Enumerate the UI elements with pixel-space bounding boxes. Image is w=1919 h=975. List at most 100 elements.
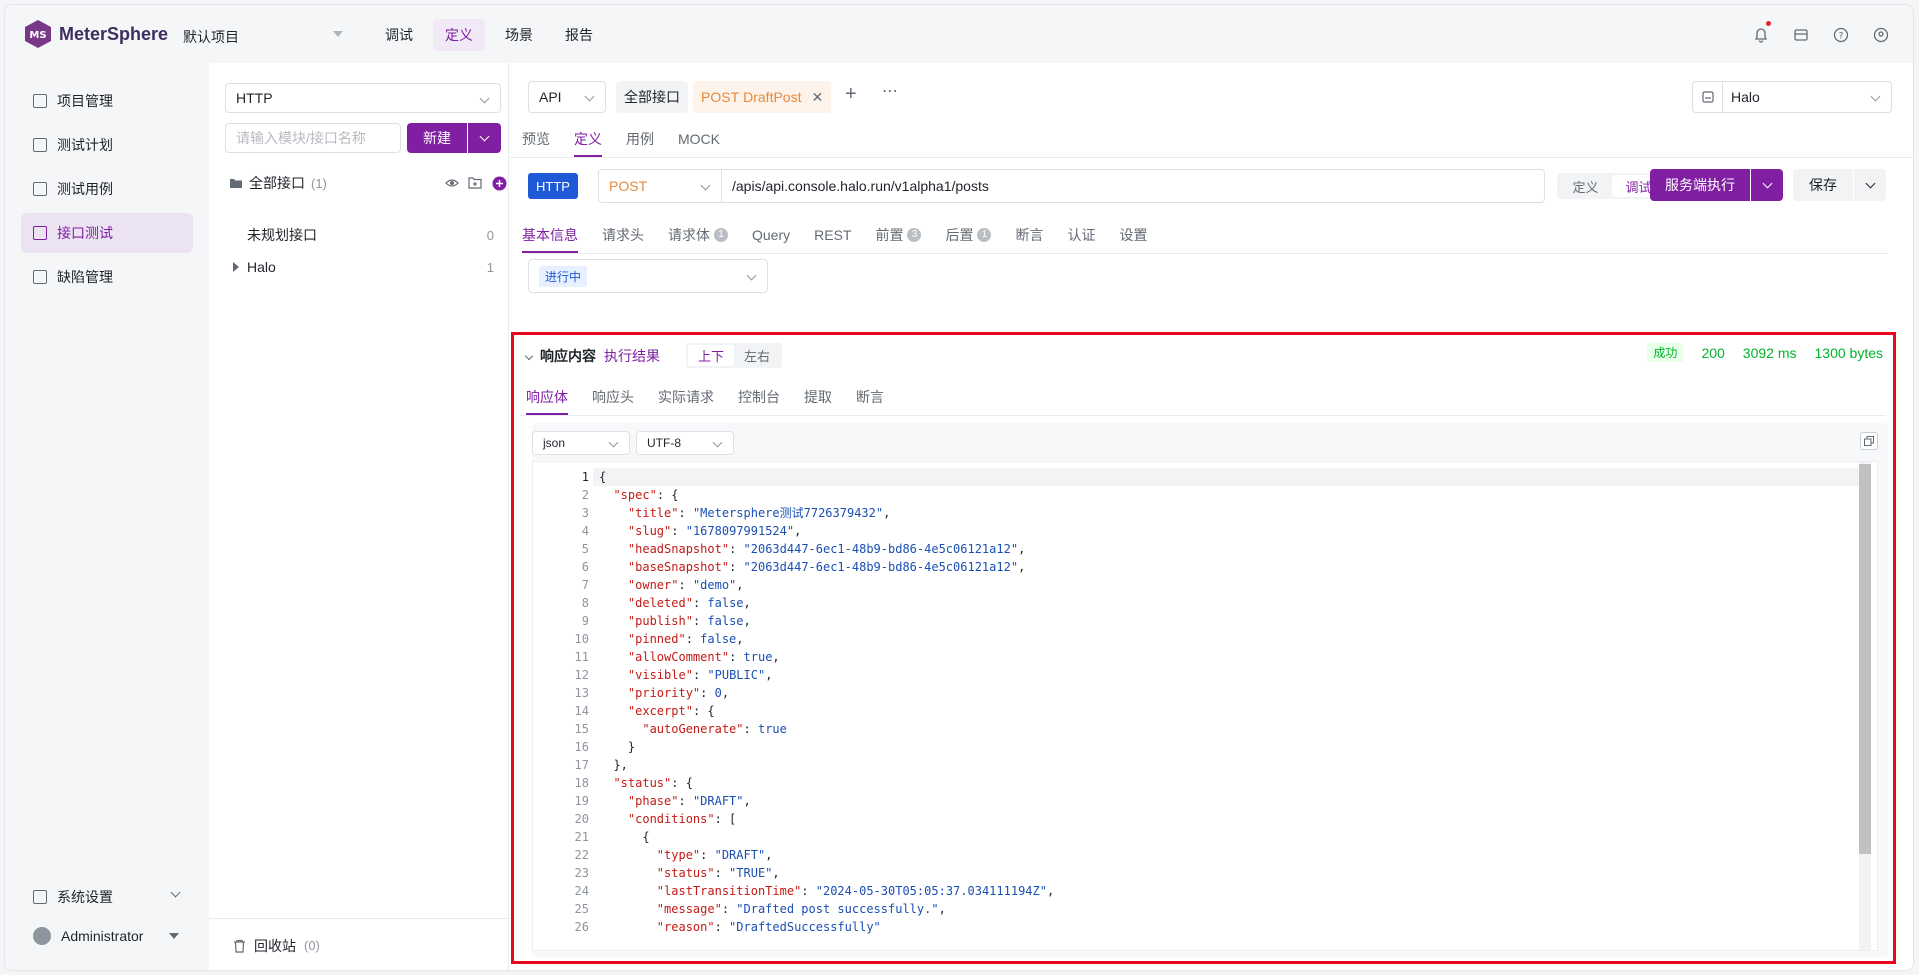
collapse-chevron-icon[interactable]	[524, 351, 534, 360]
line-number: 8	[581, 596, 589, 610]
sidebar-item-bug-management[interactable]: 缺陷管理	[21, 257, 193, 297]
line-number: 12	[574, 668, 589, 682]
tab-extract[interactable]: 提取	[792, 379, 844, 415]
topnav-define[interactable]: 定义	[433, 19, 485, 51]
topnav-report[interactable]: 报告	[553, 19, 605, 51]
protocol-select[interactable]: HTTP	[225, 83, 501, 113]
line-number: 13	[574, 686, 589, 700]
task-center-icon[interactable]	[1793, 27, 1809, 43]
chevron-down-icon	[700, 180, 711, 191]
tab-preview[interactable]: 预览	[510, 121, 562, 157]
app-logo[interactable]: MS MeterSphere	[23, 19, 168, 49]
top-icons: ?	[1753, 21, 1889, 43]
tab-auth[interactable]: 认证	[1055, 217, 1107, 253]
method-select[interactable]: POST	[598, 169, 722, 203]
tab-cases[interactable]: 用例	[614, 121, 666, 157]
response-status: 成功 200 3092 ms 1300 bytes	[1647, 343, 1883, 362]
chevron-down-icon	[1870, 91, 1881, 102]
type-select[interactable]: API	[528, 81, 606, 113]
sidebar-item-test-case[interactable]: 测试用例	[21, 169, 193, 209]
execute-dropdown-button[interactable]	[1751, 169, 1783, 201]
topnav-debug[interactable]: 调试	[373, 19, 425, 51]
all-apis-row[interactable]: 全部接口 (1)	[229, 171, 507, 195]
recycle-label: 回收站	[254, 937, 296, 954]
recycle-bin[interactable]: 回收站 (0)	[209, 918, 508, 970]
code-line: 13 "priority": 0,	[533, 684, 1833, 702]
tab-headers[interactable]: 请求头	[590, 217, 656, 253]
sidebar-item-label: 接口测试	[57, 225, 113, 241]
encoding-select[interactable]: UTF-8	[636, 431, 734, 455]
user-menu[interactable]: Administrator	[21, 918, 193, 954]
tab-pre-processor[interactable]: 前置 3	[863, 217, 933, 253]
tab-definition[interactable]: 定义	[562, 121, 614, 157]
tab-actual-request[interactable]: 实际请求	[646, 379, 726, 415]
tab-assertion[interactable]: 断言	[844, 379, 896, 415]
sidebar-system-settings[interactable]: 系统设置	[21, 879, 193, 915]
layout-horizontal[interactable]: 左右	[734, 345, 780, 366]
add-circle-icon[interactable]	[492, 176, 507, 191]
tab-basic-info[interactable]: 基本信息	[510, 217, 590, 253]
status-code: 200	[1701, 344, 1725, 361]
code-line: 17 },	[533, 756, 1833, 774]
tab-assertions[interactable]: 断言	[1003, 217, 1055, 253]
sidebar-item-project-management[interactable]: 项目管理	[21, 81, 193, 121]
sidebar-item-test-plan[interactable]: 测试计划	[21, 125, 193, 165]
topnav-scenario[interactable]: 场景	[493, 19, 545, 51]
divider	[520, 415, 1886, 416]
code-text: {	[599, 470, 607, 484]
url-input[interactable]: /apis/api.console.halo.run/v1alpha1/post…	[721, 169, 1545, 203]
code-viewer[interactable]: 1{2 "spec": {3 "title": "Metersphere测试77…	[532, 461, 1878, 951]
save-button[interactable]: 保存	[1793, 169, 1853, 201]
layout-vertical[interactable]: 上下	[688, 345, 735, 366]
tab-label: 认证	[1067, 227, 1096, 243]
line-number: 6	[581, 560, 589, 574]
new-button[interactable]: 新建	[407, 123, 467, 153]
line-number: 7	[581, 578, 589, 592]
tab-draft-post[interactable]: POST DraftPost ✕	[693, 81, 832, 113]
project-select[interactable]: 默认项目	[183, 27, 343, 47]
tree-node-unplanned[interactable]: 未规划接口 0	[233, 221, 498, 249]
add-folder-icon[interactable]	[468, 176, 483, 190]
help-icon[interactable]: ?	[1833, 27, 1849, 43]
save-dropdown-button[interactable]	[1854, 169, 1886, 201]
line-number: 2	[581, 488, 589, 502]
scrollbar-track[interactable]	[1859, 462, 1871, 950]
line-number: 10	[574, 632, 589, 646]
copy-icon[interactable]	[1860, 432, 1878, 450]
eye-icon[interactable]	[445, 176, 459, 190]
user-name: Administrator	[61, 928, 144, 944]
code-line: 4 "slug": "1678097991524",	[533, 522, 1833, 540]
execution-result-link[interactable]: 执行结果	[604, 346, 660, 366]
tab-rest[interactable]: REST	[802, 217, 863, 253]
mode-define[interactable]: 定义	[1559, 175, 1612, 197]
format-select[interactable]: json	[532, 431, 630, 455]
add-tab-icon[interactable]: +	[845, 83, 857, 106]
tab-response-body[interactable]: 响应体	[514, 379, 580, 415]
scrollbar-thumb[interactable]	[1859, 464, 1871, 854]
tab-body[interactable]: 请求体 1	[656, 217, 740, 253]
bell-icon[interactable]	[1753, 21, 1771, 43]
user-settings-icon[interactable]	[1873, 27, 1889, 43]
tree-node-count: 1	[486, 259, 494, 275]
tab-post-processor[interactable]: 后置 1	[933, 217, 1003, 253]
status-select[interactable]: 进行中	[528, 259, 768, 293]
tab-response-headers[interactable]: 响应头	[580, 379, 646, 415]
code-text: "phase": "DRAFT",	[627, 794, 751, 808]
tab-settings[interactable]: 设置	[1107, 217, 1159, 253]
tab-all-apis[interactable]: 全部接口	[616, 81, 688, 113]
new-dropdown-button[interactable]	[468, 123, 501, 153]
more-icon[interactable]: ⋯	[882, 81, 898, 101]
module-search-input[interactable]: 请输入模块/接口名称	[225, 123, 401, 153]
tab-query[interactable]: Query	[740, 217, 802, 253]
code-text: "deleted": false,	[627, 596, 751, 610]
environment-select[interactable]: Halo	[1692, 81, 1892, 113]
server-execute-button[interactable]: 服务端执行	[1650, 169, 1750, 201]
tab-console[interactable]: 控制台	[726, 379, 792, 415]
caret-right-icon[interactable]	[233, 262, 239, 272]
close-icon[interactable]: ✕	[811, 89, 823, 106]
search-placeholder: 请输入模块/接口名称	[236, 130, 366, 146]
sidebar-item-api-test[interactable]: 接口测试	[21, 213, 193, 253]
code-text: }	[599, 740, 636, 754]
tab-mock[interactable]: MOCK	[666, 121, 732, 157]
tree-node-halo[interactable]: Halo 1	[233, 253, 498, 281]
